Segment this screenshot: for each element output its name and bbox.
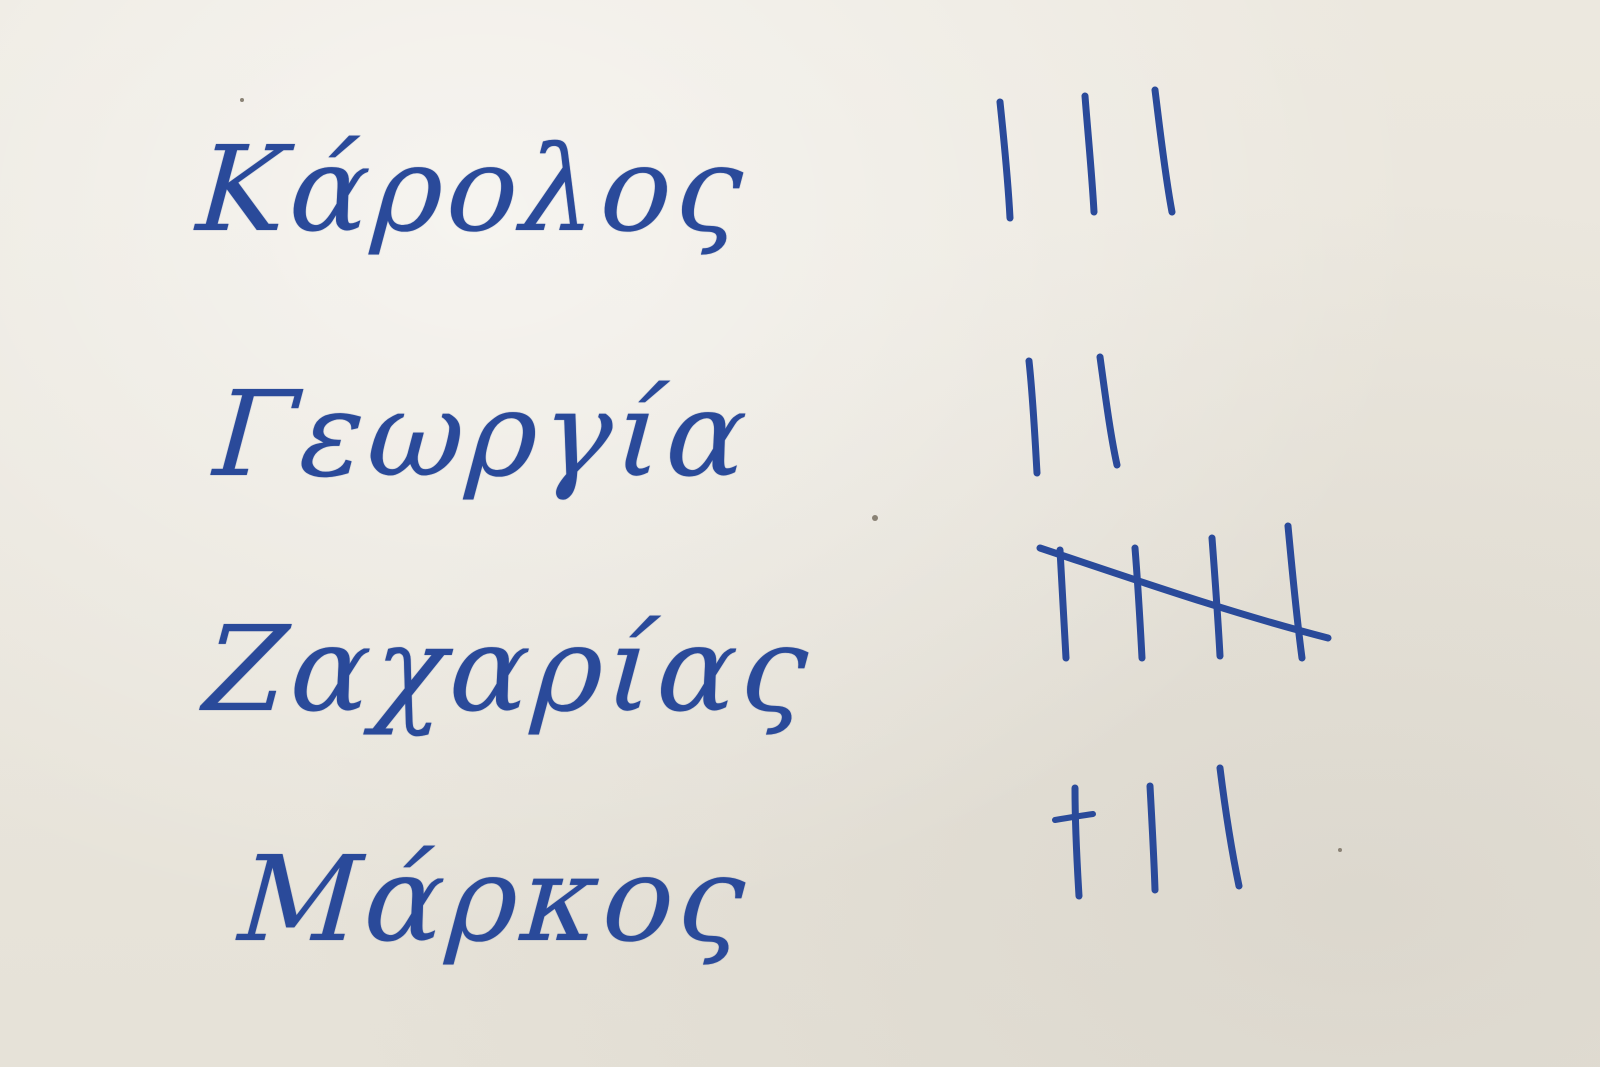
tally-row-name: Ζαχαρίας [200, 600, 817, 738]
tally-stroke [1216, 764, 1243, 890]
tally-stroke [1146, 782, 1159, 894]
tally-stroke [1284, 522, 1306, 662]
tally-row: Ζαχαρίας [0, 522, 1600, 810]
tally-stroke [1096, 353, 1121, 469]
tally-marks [1025, 353, 1165, 493]
tally-stroke [1151, 86, 1176, 216]
paper-speck [240, 98, 244, 102]
tally-row: Μάρκος [0, 764, 1600, 1030]
tally-marks [1052, 764, 1275, 918]
tally-stroke [1025, 357, 1041, 477]
tally-stroke [996, 98, 1014, 222]
tally-marks [990, 86, 1210, 240]
tally-row-name: Γεωργία [210, 365, 756, 503]
tally-cross-stroke [1036, 544, 1332, 642]
tally-stroke [1071, 784, 1083, 900]
tally-row-name: Κάρολος [193, 120, 751, 258]
tally-marks [1036, 518, 1360, 688]
tally-stroke [1081, 92, 1098, 216]
tally-row: Γεωργία [0, 353, 1600, 565]
tally-stroke [1052, 811, 1096, 823]
tally-stroke [1208, 534, 1224, 660]
tally-stroke [1131, 544, 1146, 662]
tally-row: Κάρολος [0, 86, 1600, 310]
tally-row-name: Μάρκος [235, 830, 754, 968]
tally-stroke [1056, 546, 1070, 662]
